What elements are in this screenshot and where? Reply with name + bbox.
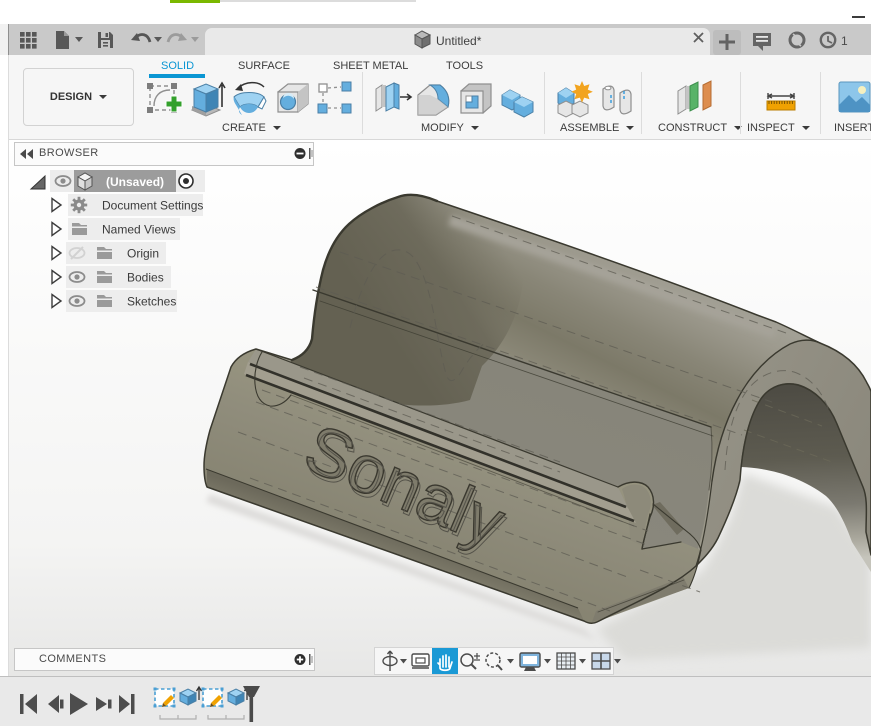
svg-text:1: 1 bbox=[841, 34, 848, 48]
svg-text:(Unsaved): (Unsaved) bbox=[106, 175, 164, 189]
svg-text:Named Views: Named Views bbox=[102, 223, 176, 237]
svg-text:Origin: Origin bbox=[127, 247, 159, 261]
svg-text:Sketches: Sketches bbox=[127, 295, 176, 309]
svg-text:Bodies: Bodies bbox=[127, 271, 164, 285]
svg-text:Document Settings: Document Settings bbox=[102, 199, 203, 213]
